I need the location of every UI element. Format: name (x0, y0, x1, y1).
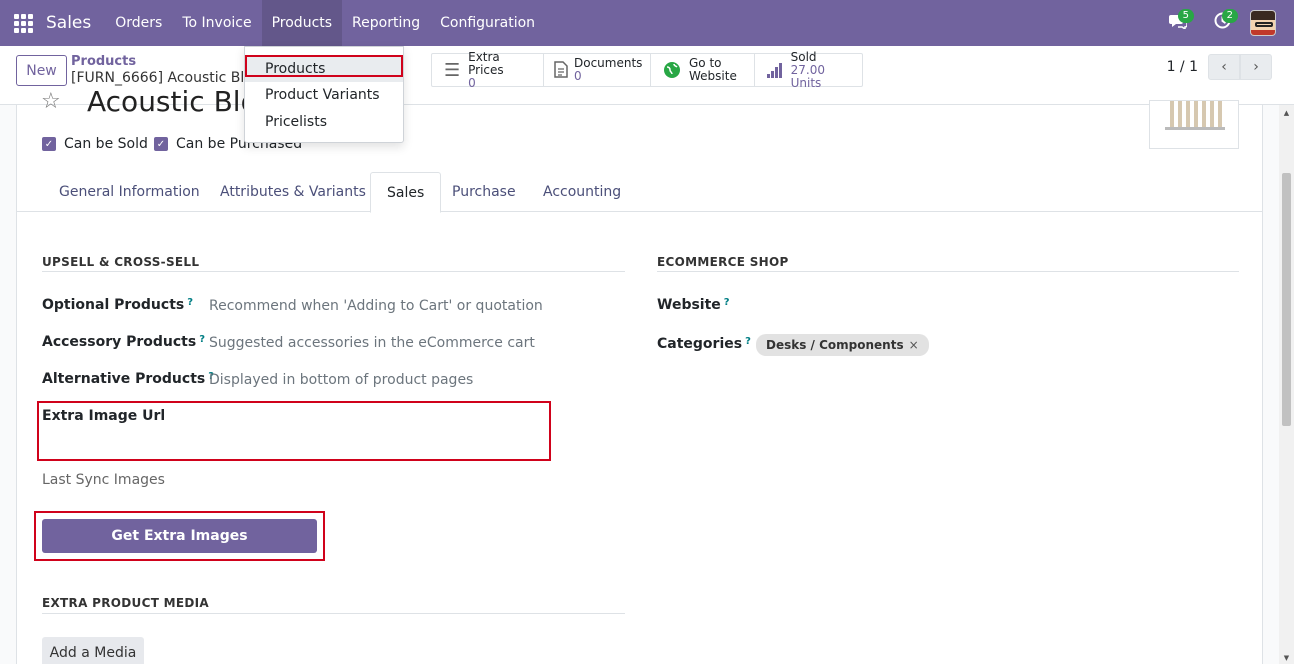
tab-attributes-variants[interactable]: Attributes & Variants (204, 172, 382, 212)
help-icon[interactable]: ? (199, 334, 205, 345)
alternative-products-label: Alternative Products? (42, 371, 215, 387)
scroll-down-icon[interactable]: ▼ (1282, 654, 1291, 662)
can-be-sold-checkbox[interactable]: ✓ Can be Sold (42, 136, 148, 152)
checkbox-checked-icon: ✓ (42, 137, 56, 151)
smart-button-documents[interactable]: Documents 0 (544, 54, 651, 86)
breadcrumb: Products [FURN_6666] Acoustic Bloc (71, 54, 261, 86)
smart-label: Sold (790, 49, 817, 64)
app-name[interactable]: Sales (46, 13, 91, 33)
chat-button[interactable]: 5 (1160, 0, 1196, 46)
website-input[interactable] (756, 293, 1226, 319)
favorite-star-icon[interactable]: ☆ (41, 89, 61, 114)
new-button[interactable]: New (16, 55, 67, 86)
accessory-products-input[interactable]: Suggested accessories in the eCommerce c… (209, 335, 535, 351)
pager-next-button[interactable]: › (1240, 54, 1272, 80)
pager-value[interactable]: 1 / 1 (1167, 59, 1198, 75)
chevron-right-icon: › (1253, 59, 1259, 75)
list-icon: ☰ (443, 59, 461, 81)
dropdown-item-pricelists[interactable]: Pricelists (245, 108, 403, 135)
menu-configuration[interactable]: Configuration (430, 0, 545, 46)
form-sheet: ☆ Acoustic Blo ✓ Can be Sold ✓ Can be Pu… (16, 85, 1263, 664)
tag-remove-icon[interactable]: × (909, 338, 919, 352)
apps-menu-icon[interactable] (0, 0, 46, 46)
tab-purchase[interactable]: Purchase (436, 172, 532, 212)
tab-accounting[interactable]: Accounting (527, 172, 637, 212)
categories-label: Categories? (657, 336, 751, 352)
get-extra-images-button[interactable]: Get Extra Images (42, 519, 317, 553)
tab-sales[interactable]: Sales (370, 172, 442, 213)
top-navbar: Sales Orders To Invoice Products Reporti… (0, 0, 1294, 46)
section-divider (42, 613, 625, 614)
smart-value: 0 (468, 75, 476, 90)
ecommerce-section-title: ECOMMERCE SHOP (657, 255, 789, 269)
pager: 1 / 1 ‹ › (1167, 54, 1272, 80)
products-item-highlight (245, 55, 403, 77)
menu-products[interactable]: Products (261, 0, 343, 46)
smart-value: Website (689, 69, 737, 83)
tab-general-information[interactable]: General Information (43, 172, 216, 212)
smart-button-go-to-website[interactable]: Go to Website (651, 54, 755, 86)
smart-value: 0 (574, 69, 582, 83)
extra-image-url-label: Extra Image Url (42, 408, 166, 424)
pager-previous-button[interactable]: ‹ (1208, 54, 1240, 80)
user-avatar[interactable] (1250, 10, 1276, 36)
page-scrollbar[interactable]: ▲ ▼ (1279, 105, 1294, 664)
optional-products-label: Optional Products? (42, 297, 194, 313)
last-sync-images-label: Last Sync Images (42, 472, 165, 488)
menu-orders[interactable]: Orders (105, 0, 172, 46)
accessory-products-label: Accessory Products? (42, 334, 206, 350)
smart-label: Go to (689, 56, 722, 70)
scroll-up-icon[interactable]: ▲ (1282, 109, 1291, 117)
document-icon (554, 61, 568, 79)
optional-products-input[interactable]: Recommend when 'Adding to Cart' or quota… (209, 298, 543, 314)
section-divider (657, 271, 1239, 272)
smart-button-sold[interactable]: Sold 27.00 Units (755, 50, 862, 89)
checkbox-checked-icon: ✓ (154, 137, 168, 151)
scroll-thumb[interactable] (1282, 173, 1291, 426)
help-icon[interactable]: ? (187, 297, 193, 308)
section-divider (42, 271, 625, 272)
smart-label: Extra Prices (468, 49, 504, 77)
media-section-title: EXTRA PRODUCT MEDIA (42, 596, 210, 610)
form-tabs: General Information Attributes & Variant… (17, 172, 1262, 213)
breadcrumb-parent-link[interactable]: Products (71, 54, 261, 70)
chat-count-badge: 5 (1177, 9, 1194, 23)
smart-value: 27.00 Units (790, 62, 825, 90)
category-tag-label: Desks / Components (766, 338, 904, 352)
activity-button[interactable]: 2 (1204, 0, 1240, 46)
bar-chart-icon (765, 62, 785, 79)
product-name[interactable]: Acoustic Blo (87, 85, 258, 118)
dropdown-item-product-variants[interactable]: Product Variants (245, 81, 403, 108)
help-icon[interactable]: ? (745, 336, 751, 347)
website-label: Website? (657, 297, 730, 313)
chevron-left-icon: ‹ (1221, 59, 1227, 75)
breadcrumb-current: [FURN_6666] Acoustic Bloc (71, 70, 261, 86)
product-image[interactable] (1149, 100, 1239, 149)
menu-to-invoice[interactable]: To Invoice (172, 0, 261, 46)
globe-icon (661, 61, 683, 80)
alternative-products-input[interactable]: Displayed in bottom of product pages (209, 372, 473, 388)
help-icon[interactable]: ? (724, 297, 730, 308)
upsell-section-title: UPSELL & CROSS-SELL (42, 255, 200, 269)
smart-buttons: ☰ Extra Prices 0 Documents 0 Go to Website … (431, 50, 863, 89)
menu-reporting[interactable]: Reporting (342, 0, 430, 46)
activity-count-badge: 2 (1221, 9, 1238, 23)
add-media-button[interactable]: Add a Media (42, 637, 144, 664)
category-tag[interactable]: Desks / Components × (756, 334, 929, 356)
extra-image-url-input[interactable] (42, 430, 542, 454)
smart-button-extra-prices[interactable]: ☰ Extra Prices 0 (432, 50, 544, 89)
can-be-sold-label: Can be Sold (64, 136, 148, 152)
smart-label: Documents (574, 56, 643, 70)
products-dropdown-menu: Products Product Variants Pricelists (244, 46, 404, 143)
